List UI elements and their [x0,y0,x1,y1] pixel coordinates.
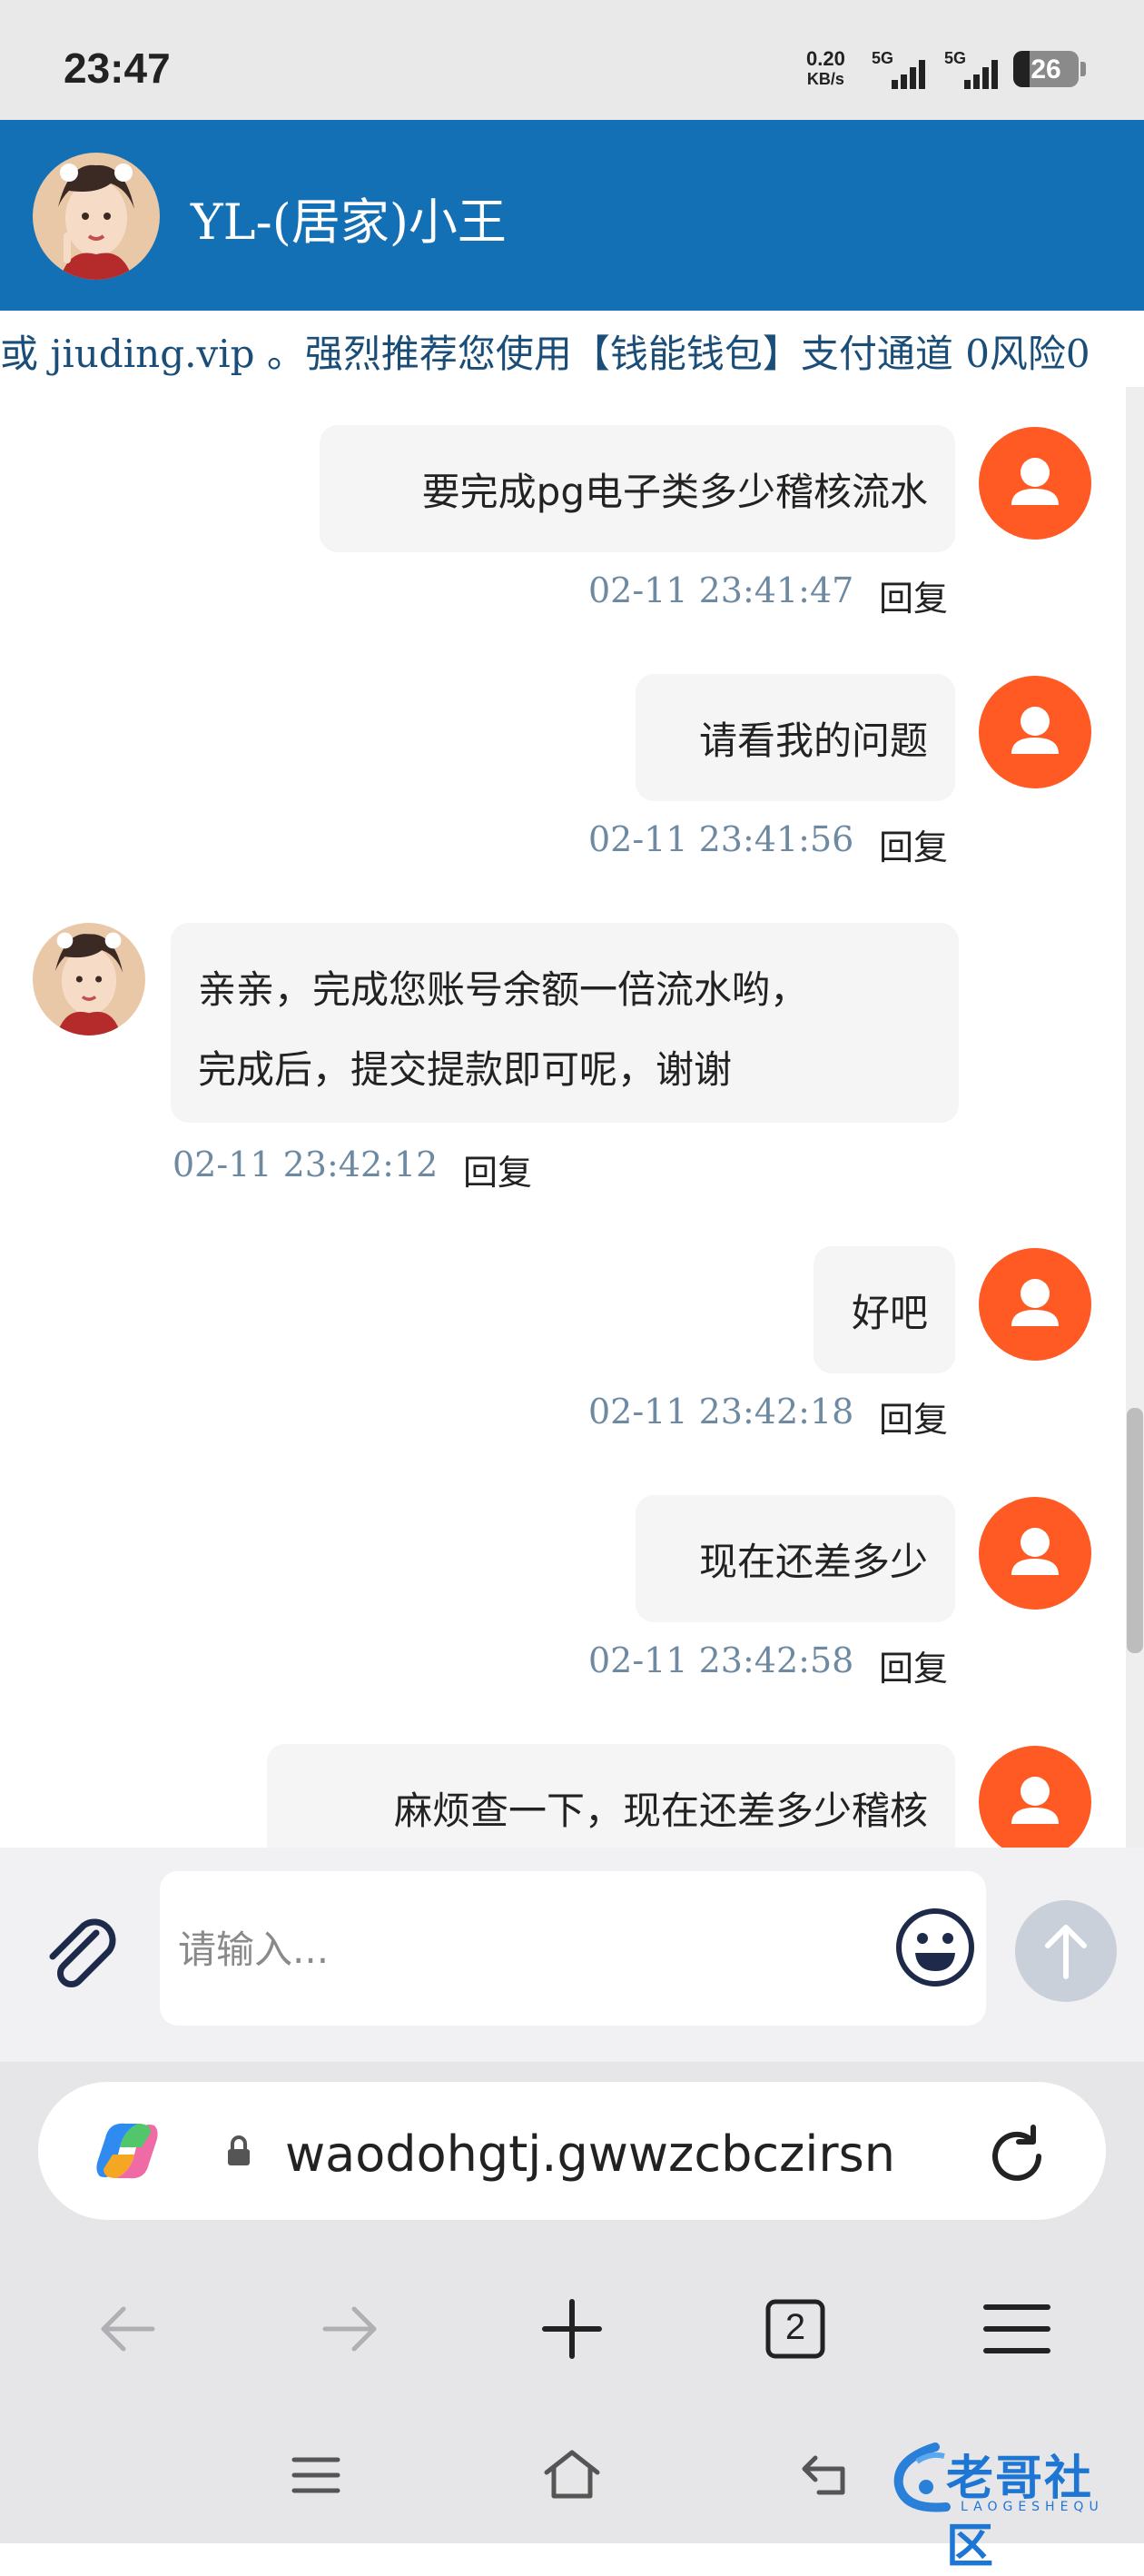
message-bubble-sent: 好吧 [814,1246,955,1373]
home-icon[interactable] [539,2445,605,2503]
message-timestamp: 02-11 23:41:47 [588,570,854,610]
user-avatar [979,1497,1091,1610]
lock-icon [225,2135,252,2167]
message-text: 现在还差多少 [698,1540,928,1584]
paperclip-icon[interactable] [33,1906,127,2000]
send-button[interactable] [1015,1900,1117,2002]
message-timestamp: 02-11 23:42:18 [588,1392,854,1432]
signal-icon-sim1: 5G [872,49,935,89]
reply-button[interactable]: 回复 [879,819,948,869]
message-text-line: 完成后，提交提款即可呢，谢谢 [198,1047,733,1092]
new-tab-plus-icon[interactable] [536,2293,608,2365]
message-text: 请看我的问题 [698,718,928,763]
tab-count: 2 [784,2307,806,2347]
message-text-line: 亲亲，完成您账号余额一倍流水哟， [198,967,809,1012]
back-nav-icon[interactable] [797,2445,855,2503]
emoji-icon[interactable] [890,1902,981,1993]
network-speed-unit: KB/s [806,70,844,88]
tabs-button[interactable]: 2 [763,2296,828,2362]
arrow-up-icon [1045,1925,1087,1979]
signal-icon-sim2: 5G [944,49,1010,89]
message-timestamp: 02-11 23:42:12 [173,1144,439,1184]
forward-arrow-icon[interactable] [314,2293,387,2365]
message-input-box[interactable] [160,1871,986,2026]
message-text: 要完成pg电子类多少稽核流水 [421,470,928,514]
message-timestamp: 02-11 23:42:58 [588,1640,854,1680]
network-speed-value: 0.20 [806,47,845,70]
chat-title: YL-(居家)小王 [191,193,507,251]
chat-header [0,120,1144,311]
user-avatar [979,1248,1091,1361]
message-bubble-sent: 要完成pg电子类多少稽核流水 [320,425,955,552]
chat-scrollbar-thumb[interactable] [1127,1408,1143,1653]
reply-button[interactable]: 回复 [879,1392,948,1442]
message-timestamp: 02-11 23:41:56 [588,819,854,859]
reload-icon[interactable] [981,2120,1053,2193]
message-bubble-sent: 请看我的问题 [636,674,955,801]
reply-button[interactable]: 回复 [463,1144,532,1194]
battery-tip [1080,62,1086,76]
network-speed: 0.20 KB/s [806,49,845,89]
agent-avatar [33,923,145,1035]
recent-apps-icon[interactable] [289,2452,343,2498]
watermark-logo: 老哥社区 LAOGESHEQU [890,2434,1128,2574]
user-avatar [979,1746,1091,1848]
menu-icon[interactable] [981,2293,1053,2365]
message-text: 麻烦查一下，现在还差多少稽核 [393,1788,928,1833]
message-input[interactable] [176,1907,870,1991]
reply-button[interactable]: 回复 [879,1640,948,1690]
battery-icon: 26 [1013,51,1079,87]
message-bubble-received: 亲亲，完成您账号余额一倍流水哟， 完成后，提交提款即可呢，谢谢 [171,923,959,1123]
reply-button[interactable]: 回复 [879,570,948,620]
user-avatar [979,676,1091,788]
battery-level: 26 [1031,54,1061,84]
watermark-subtext: LAOGESHEQU [961,2500,1104,2514]
url-text[interactable]: waodohgtj.gwwzcbczirsn [285,2125,895,2183]
status-clock: 23:47 [64,45,171,92]
back-arrow-icon[interactable] [91,2293,163,2365]
announcement-text: 或 jiuding.vip 。强烈推荐您使用【钱能钱包】支付通道 0风险0 [0,332,1090,376]
chat-messages[interactable]: 要完成pg电子类多少稽核流水 02-11 23:41:47 回复 请看我的问题 … [0,387,1126,1848]
message-bubble-sent: 麻烦查一下，现在还差多少稽核 [267,1744,955,1848]
agent-avatar[interactable] [33,153,160,280]
message-text: 好吧 [851,1291,928,1335]
message-bubble-sent: 现在还差多少 [636,1495,955,1622]
user-avatar [979,427,1091,540]
announcement-marquee: 或 jiuding.vip 。强烈推荐您使用【钱能钱包】支付通道 0风险0 [0,311,1144,387]
copilot-icon[interactable] [87,2111,167,2191]
